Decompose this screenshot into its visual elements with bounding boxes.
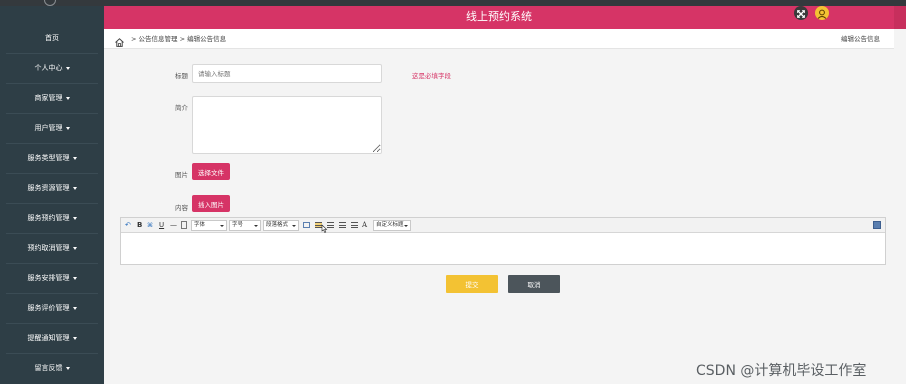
sidebar-item[interactable]: 服务评价管理 [0,293,104,323]
breadcrumb-bar: > 公告信息管理 > 编辑公告信息 编辑公告信息 [104,29,894,49]
app-title: 线上预约系统 [466,10,532,23]
caret-down-icon [65,66,70,70]
sidebar-item-label: 留言反馈 [34,364,63,372]
breadcrumb[interactable]: > 公告信息管理 > 编辑公告信息 [131,29,226,49]
title-input[interactable] [192,64,382,83]
sidebar-item-label: 预约取消管理 [27,244,70,252]
caret-down-icon [72,216,77,220]
watermark: CSDN @计算机毕设工作室 [696,363,867,379]
caret-down-icon [72,336,77,340]
page-icon[interactable] [181,221,187,229]
align-right-icon[interactable] [339,222,346,228]
intro-textarea[interactable] [192,96,382,154]
sidebar-item[interactable]: 服务资源管理 [0,173,104,203]
rich-text-editor: ↶ B ⌘ U — 字体 字号 段落格式 A 自定义标题 [120,217,886,265]
cancel-button[interactable]: 取消 [508,275,560,293]
sidebar-item-label: 用户管理 [34,124,63,132]
sidebar-item[interactable]: 用户管理 [0,113,104,143]
sidebar-item-label: 服务预约管理 [27,214,70,222]
sidebar-item[interactable]: 服务类型管理 [0,143,104,173]
underline-button[interactable]: U [159,220,164,231]
header-bar: 线上预约系统 [104,6,894,29]
choose-file-button[interactable]: 选择文件 [192,163,230,180]
sidebar-item-label: 服务类型管理 [27,154,70,162]
custom-heading-select-label: 自定义标题 [376,222,404,228]
sidebar-item[interactable]: 个人中心 [0,53,104,83]
sidebar-item-label: 服务资源管理 [27,184,70,192]
sidebar-item-label: 提醒通知管理 [27,334,70,342]
caret-down-icon [65,366,70,370]
page-title: 编辑公告信息 [841,35,880,43]
align-justify-icon[interactable] [351,222,358,228]
header-right-edge [894,6,906,29]
table-icon[interactable] [303,222,310,228]
chevron-down-icon [254,225,258,227]
strike-button[interactable]: — [170,220,177,231]
font-size-select[interactable]: 字号 [229,220,261,231]
caret-down-icon [65,96,70,100]
paragraph-select[interactable]: 段落格式 [263,220,299,231]
caret-down-icon [72,186,77,190]
sidebar-item-label: 首页 [45,34,59,42]
sidebar-item[interactable]: 商家管理 [0,83,104,113]
bold-button[interactable]: B [137,220,142,231]
sidebar-item[interactable]: 提醒通知管理 [0,323,104,353]
sidebar-item-label: 服务安排管理 [27,274,70,282]
fullscreen-editor-icon[interactable] [873,221,881,229]
caret-down-icon [65,126,70,130]
chevron-down-icon [220,225,224,227]
sidebar-item-label: 个人中心 [34,64,63,72]
sidebar-item-label: 服务评价管理 [27,304,70,312]
intro-label: 简介 [175,104,188,112]
sidebar: 首页个人中心商家管理用户管理服务类型管理 服务资源管理 服务预约管理 预约取消管理 服务… [0,6,104,384]
insert-image-button[interactable]: 插入图片 [192,195,230,212]
app-root: ••••••• 首页个人中心商家管理用户管理服务类型管理 服务资源管理 服务预约管理… [0,0,906,384]
required-hint: 这是必填字段 [412,72,451,80]
content-label: 内容 [175,204,188,212]
sidebar-item[interactable]: 预约取消管理 [0,233,104,263]
font-family-select[interactable]: 字体 [191,220,227,231]
editor-body[interactable] [121,234,885,264]
caret-down-icon [72,306,77,310]
submit-button[interactable]: 提交 [446,275,498,293]
font-color-button[interactable]: A [362,220,367,231]
title-label: 标题 [175,72,188,80]
undo-icon[interactable]: ↶ [125,220,131,231]
user-avatar-icon[interactable] [815,6,829,20]
custom-heading-select[interactable]: 自定义标题 [373,220,411,231]
font-family-select-label: 字体 [194,222,206,228]
sidebar-item[interactable]: 服务预约管理 [0,203,104,233]
sidebar-item[interactable]: 首页 [0,23,104,53]
caret-down-icon [72,246,77,250]
link-icon[interactable]: ⌘ [147,220,153,231]
fullscreen-icon[interactable] [794,6,808,20]
sidebar-item[interactable]: 留言反馈 [0,353,104,383]
chevron-down-icon [404,225,408,227]
image-label: 图片 [175,171,188,179]
form-area: 标题 这是必填字段 简介 图片 选择文件 内容 插入图片 ↶ B ⌘ U — 字… [104,49,894,384]
logo-text: ••••••• [60,0,98,5]
sidebar-item-label: 商家管理 [34,94,63,102]
align-center-icon[interactable] [327,222,334,228]
sidebar-item[interactable]: 服务安排管理 [0,263,104,293]
paragraph-select-label: 段落格式 [266,222,289,228]
caret-down-icon [72,156,77,160]
caret-down-icon [72,276,77,280]
editor-toolbar: ↶ B ⌘ U — 字体 字号 段落格式 A 自定义标题 [121,218,885,233]
chevron-down-icon [292,225,296,227]
font-size-select-label: 字号 [232,222,244,228]
